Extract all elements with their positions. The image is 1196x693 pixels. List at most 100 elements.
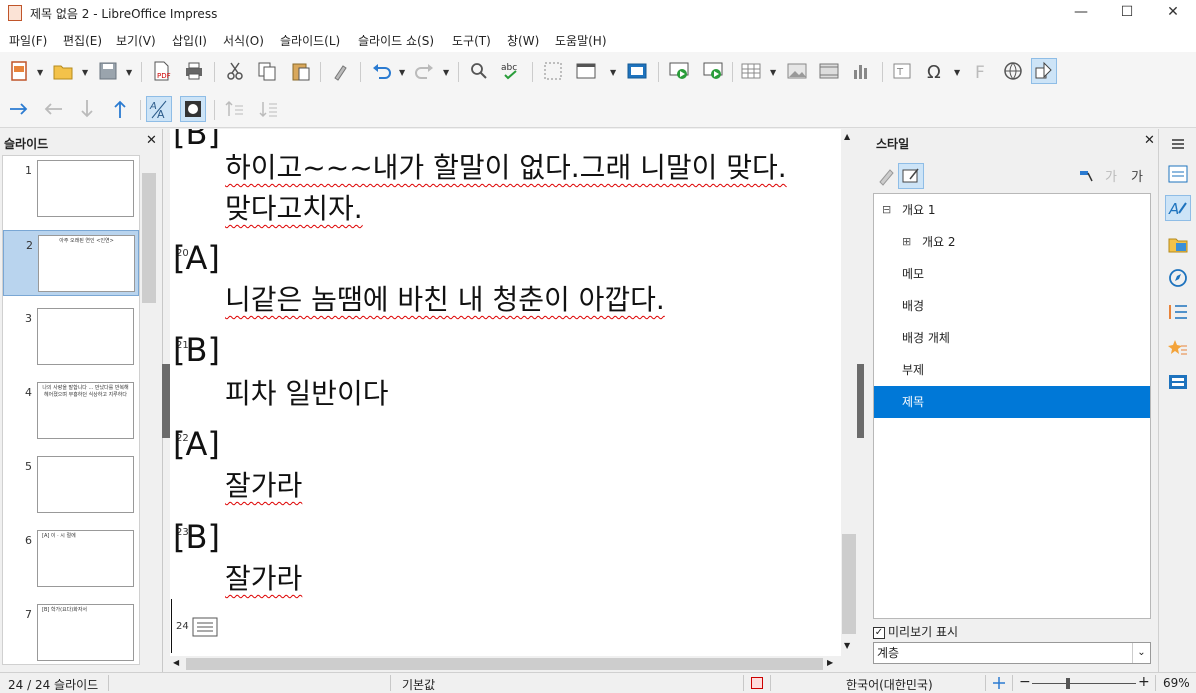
chart-icon[interactable] [848, 58, 874, 84]
new-style-from-selection-icon[interactable]: 가 [1100, 163, 1126, 189]
find-replace-icon[interactable] [466, 58, 492, 84]
chevron-down-icon[interactable]: ⌄ [1132, 643, 1150, 663]
new-document-icon[interactable] [6, 58, 32, 84]
chevron-down-icon[interactable]: ▼ [399, 68, 407, 77]
black-white-icon[interactable] [180, 96, 206, 122]
hyperlink-icon[interactable] [1000, 58, 1026, 84]
checkbox-icon[interactable]: ✓ [873, 626, 885, 639]
expand-icon[interactable]: ⊞ [902, 226, 911, 258]
chevron-down-icon[interactable]: ▼ [610, 68, 618, 77]
image-icon[interactable] [784, 58, 810, 84]
first-level-icon[interactable] [222, 96, 248, 122]
minimize-button[interactable]: — [1058, 0, 1104, 26]
media-icon[interactable] [816, 58, 842, 84]
close-icon[interactable]: ✕ [1144, 133, 1155, 148]
outline-text[interactable]: 피차 일반이다 [225, 377, 388, 411]
collapse-icon[interactable]: ⊟ [882, 194, 891, 226]
presentation-styles-icon[interactable] [898, 163, 924, 189]
slide-thumbnail[interactable]: 7 [B] 학가(요다)화자서 [3, 600, 139, 664]
slide-thumbnail[interactable]: 5 [3, 452, 139, 518]
cut-icon[interactable] [222, 58, 248, 84]
export-pdf-icon[interactable]: PDF [148, 58, 174, 84]
slide-thumbnail[interactable]: 4 나의 사랑을 말합니다 ... 만났다를 반복해 헤어졌으며 부흥하던 식상… [3, 378, 139, 444]
menu-insert[interactable]: 삽입(I) [172, 32, 207, 49]
chevron-down-icon[interactable]: ▼ [954, 68, 962, 77]
slide-transition-icon[interactable] [1165, 299, 1191, 325]
slide-thumbnail[interactable]: 3 [3, 304, 139, 370]
special-character-icon[interactable]: Ω [922, 58, 948, 84]
properties-icon[interactable] [1165, 161, 1191, 187]
master-slide-icon[interactable] [624, 58, 650, 84]
outline-view[interactable]: [B] 하이고~~~내가 할말이 없다.그래 니말이 맞다. 맞다고치자. 20… [170, 129, 841, 656]
maximize-button[interactable]: ☐ [1104, 0, 1150, 26]
demote-arrow-icon[interactable] [6, 96, 32, 122]
menu-help[interactable]: 도움말(H) [555, 32, 607, 49]
menu-window[interactable]: 창(W) [507, 32, 539, 49]
shapes-icon[interactable] [1031, 58, 1057, 84]
navigator-icon[interactable] [1165, 265, 1191, 291]
close-window-button[interactable]: ✕ [1150, 0, 1196, 26]
redo-icon[interactable] [412, 58, 438, 84]
master-slides-icon[interactable] [1165, 369, 1191, 395]
paste-icon[interactable] [288, 58, 314, 84]
horizontal-scrollbar[interactable]: ◀ ▶ [170, 656, 841, 672]
document-modified-icon[interactable] [751, 677, 763, 689]
outline-text[interactable]: 니같은 놈땜에 바친 내 청춘이 아깝다. [225, 283, 665, 317]
slide-thumbnail[interactable]: 6 [A] 이 · 시 절에 [3, 526, 139, 592]
zoom-in-button[interactable]: + [1138, 674, 1150, 690]
master-page-name[interactable]: 기본값 [402, 676, 435, 693]
text-box-icon[interactable]: T [889, 58, 915, 84]
left-pane-splitter[interactable] [162, 364, 170, 438]
menu-view[interactable]: 보기(V) [116, 32, 156, 49]
menu-tools[interactable]: 도구(T) [452, 32, 491, 49]
move-down-arrow-icon[interactable] [74, 96, 100, 122]
print-icon[interactable] [181, 58, 207, 84]
fill-format-mode-icon[interactable] [1074, 163, 1100, 189]
styles-icon[interactable]: A [1165, 195, 1191, 221]
menu-format[interactable]: 서식(O) [223, 32, 264, 49]
style-item-background[interactable]: 배경 [874, 290, 1150, 322]
zoom-slider-handle[interactable] [1066, 678, 1070, 689]
style-filter-select[interactable]: 계층 ⌄ [873, 642, 1151, 664]
open-folder-icon[interactable] [50, 58, 76, 84]
chevron-down-icon[interactable]: ▼ [443, 68, 451, 77]
chevron-down-icon[interactable]: ▼ [82, 68, 90, 77]
clone-formatting-icon[interactable] [328, 58, 354, 84]
zoom-slider[interactable] [1032, 683, 1136, 684]
outline-text[interactable]: 잘가라 [225, 469, 302, 503]
chevron-down-icon[interactable]: ▼ [37, 68, 45, 77]
chevron-down-icon[interactable]: ▼ [770, 68, 778, 77]
slide-thumbnail[interactable]: 1 [3, 156, 139, 222]
outline-text[interactable]: 잘가라 [225, 562, 302, 596]
vertical-scrollbar[interactable]: ▲ ▼ [841, 129, 857, 656]
style-item-background-objects[interactable]: 배경 개체 [874, 322, 1150, 354]
zoom-level[interactable]: 69% [1163, 676, 1190, 690]
menu-edit[interactable]: 편집(E) [63, 32, 102, 49]
style-item-notes[interactable]: 메모 [874, 258, 1150, 290]
fontwork-icon[interactable]: F [968, 58, 994, 84]
menu-slideshow[interactable]: 슬라이드 쇼(S) [358, 32, 434, 49]
menu-file[interactable]: 파일(F) [9, 32, 47, 49]
display-views-icon[interactable] [573, 58, 599, 84]
move-up-arrow-icon[interactable] [107, 96, 133, 122]
style-item-outline-1[interactable]: ⊟ 개요 1 [874, 194, 1150, 226]
outline-text[interactable]: 하이고~~~내가 할말이 없다.그래 니말이 맞다. [225, 151, 787, 185]
outline-text[interactable]: 맞다고치자. [225, 192, 363, 226]
animation-icon[interactable] [1165, 335, 1191, 361]
thumbnail-scrollbar[interactable] [141, 155, 157, 665]
style-item-outline-2[interactable]: ⊞ 개요 2 [874, 226, 1150, 258]
fit-slide-icon[interactable] [992, 676, 1006, 693]
style-item-subtitle[interactable]: 부제 [874, 354, 1150, 386]
start-from-first-slide-icon[interactable] [666, 58, 692, 84]
language-status[interactable]: 한국어(대한민국) [846, 676, 933, 693]
promote-arrow-icon[interactable] [40, 96, 66, 122]
menu-slide[interactable]: 슬라이드(L) [280, 32, 340, 49]
update-style-icon[interactable]: 가 [1126, 163, 1152, 189]
show-previews-checkbox[interactable]: ✓ 미리보기 표시 [873, 623, 958, 640]
slide-thumbnail[interactable]: 2 아주 오래된 연인 <인연> [3, 230, 139, 296]
formatting-on-off-icon[interactable]: AA [146, 96, 172, 122]
grid-icon[interactable] [540, 58, 566, 84]
undo-icon[interactable] [368, 58, 394, 84]
gallery-icon[interactable] [1165, 231, 1191, 257]
drawing-styles-icon[interactable] [873, 163, 899, 189]
